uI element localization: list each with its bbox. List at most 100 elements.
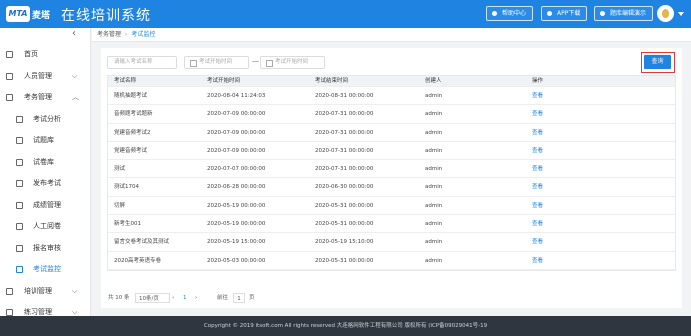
question-bank-icon [16, 137, 23, 144]
view-link[interactable]: 查看 [532, 142, 543, 160]
sidebar-item-label: 培训管理 [24, 286, 52, 295]
paper-icon [16, 158, 23, 166]
sidebar-item-label: 发布考试 [33, 179, 61, 187]
sidebar-item-label: 首页 [24, 50, 38, 58]
sidebar-item[interactable]: 报名审核 [0, 238, 91, 260]
breadcrumb-current: 考试监控 [131, 31, 156, 38]
exam-icon [6, 94, 13, 101]
breadcrumb-parent[interactable]: 考务管理 [97, 31, 121, 38]
page-size-select[interactable]: 10条/页 [135, 293, 170, 303]
sidebar-item-label: 试题库 [33, 136, 54, 144]
table-cell: 2020-05-19 15:10:00 [315, 239, 374, 246]
query-highlight: 查询 [641, 52, 675, 73]
table-cell: 党建音频考试 [114, 147, 148, 154]
view-link[interactable]: 查看 [532, 178, 543, 196]
avatar[interactable] [657, 5, 674, 22]
exam-name-input[interactable]: 请输入考试名称 [107, 56, 177, 69]
footer: Copyright © 2019 itsoft.com All rights r… [0, 316, 691, 336]
query-button[interactable]: 查询 [644, 55, 671, 69]
end-time-input[interactable]: 考试开始时间 [260, 56, 325, 69]
chevron-icon[interactable]: ⌵ [72, 281, 77, 303]
chevron-icon[interactable]: ︿ [72, 87, 79, 109]
table-cell: 2020-05-31 00:00:00 [315, 221, 374, 228]
sidebar-item[interactable]: 人工阅卷 [0, 216, 91, 238]
top-header: MTA 麦塔 在线培训系统 帮助中心 APP下载 题库编辑演示 [0, 0, 691, 28]
table-row: 随机抽题考试 2020-08-04 11:24:03 2020-08-31 00:0… [108, 87, 675, 106]
table-row: 新考生001 2020-05-19 00:00:00 2020-05-31 00:0… [108, 215, 675, 234]
table-cell: 随机抽题考试 [114, 93, 148, 99]
table-row: 切屏 2020-05-19 00:00:00 2020-05-31 00:00:00… [108, 197, 675, 216]
table-cell: admin [425, 166, 443, 173]
column-header: 创建人 [425, 78, 442, 84]
sidebar-item[interactable]: 考试分析 [0, 109, 91, 131]
pager-total: 共 10 条 [108, 295, 130, 301]
collapse-icon[interactable]: ‹ [72, 28, 76, 39]
sidebar-item[interactable]: 首页 [0, 44, 91, 66]
table-cell: admin [425, 184, 443, 191]
sidebar-item-label: 报名审核 [33, 243, 61, 252]
table-row: 党建音频考试 2020-07-09 00:00:00 2020-07-31 00:0… [108, 142, 675, 161]
table-cell: 切屏 [114, 202, 126, 209]
table-cell: 2020-05-19 00:00:00 [207, 221, 266, 228]
table-cell: 2020-06-28 00:00:00 [207, 184, 266, 191]
sidebar-item[interactable]: 成绩管理 [0, 195, 91, 217]
sidebar-item-label: 考试监控 [33, 265, 61, 273]
table-cell: 测试1704 [114, 184, 139, 191]
table-cell: 2020-05-03 00:00:00 [207, 257, 266, 264]
grading-icon [16, 223, 23, 230]
view-link[interactable]: 查看 [532, 124, 543, 142]
sidebar-item[interactable]: 试卷库 [0, 152, 91, 174]
logo-text: 麦塔 [32, 11, 51, 21]
view-link[interactable]: 查看 [532, 197, 543, 215]
table-cell: 2020-07-07 00:00:00 [207, 166, 266, 173]
table-cell: 2020-07-09 00:00:00 [207, 147, 266, 154]
table-cell: 2020-07-31 00:00:00 [315, 111, 374, 118]
sidebar-item-label: 考试分析 [33, 114, 61, 123]
start-time-input[interactable]: 考试开始时间 [184, 56, 249, 69]
table-cell: admin [425, 129, 443, 136]
table-cell: 2020-05-19 15:00:00 [207, 239, 266, 246]
score-icon [16, 201, 23, 209]
sidebar-item[interactable]: 人员管理 ⌵ [0, 66, 91, 88]
demo-edit-button[interactable]: 题库编辑演示 [594, 6, 654, 21]
view-link[interactable]: 查看 [532, 105, 543, 123]
page-number[interactable]: 1 [183, 293, 187, 303]
app-download-button[interactable]: APP下载 [541, 6, 588, 21]
table-cell: admin [425, 93, 443, 99]
table-cell: 2020-07-09 00:00:00 [207, 111, 266, 118]
chevron-down-icon[interactable] [678, 12, 684, 16]
help-center-button[interactable]: 帮助中心 [486, 6, 534, 21]
chevron-icon[interactable]: ⌵ [72, 66, 77, 88]
table-cell: 新考生001 [114, 221, 141, 228]
table-header: 考试名称 考试开始时间 考试结束时间 创建人 操作 [108, 76, 675, 87]
table-row: 测试1704 2020-06-28 00:00:00 2020-06-30 00:0… [108, 178, 675, 197]
table-row: 测试 2020-07-07 00:00:00 2020-07-31 00:00:00… [108, 160, 675, 179]
table-cell: 党建音频考试2 [114, 129, 151, 136]
prev-page-icon[interactable]: ‹ [172, 293, 174, 303]
table-cell: 2020-07-31 00:00:00 [315, 166, 374, 173]
table-cell: admin [425, 147, 443, 154]
view-link[interactable]: 查看 [532, 215, 543, 233]
goto-page-input[interactable]: 1 [233, 293, 245, 303]
goto-label: 前往 [217, 295, 229, 301]
sidebar-nav: 首页人员管理 ⌵ 考务管理 ︿ 考试分析试题库试卷库发布考试成绩管理 人工阅卷报名审核考试… [0, 44, 91, 336]
table-cell: admin [425, 257, 443, 264]
table-cell: 2020高考英语专卷 [114, 257, 161, 264]
table-cell: 2020-06-30 00:00:00 [315, 184, 374, 191]
table-cell: 2020-08-04 11:24:03 [207, 93, 266, 99]
table-cell: admin [425, 202, 443, 209]
view-link[interactable]: 查看 [532, 252, 543, 270]
sidebar-item[interactable]: 发布考试 [0, 173, 91, 195]
next-page-icon[interactable]: › [195, 293, 197, 303]
sidebar: ‹ 首页人员管理 ⌵ 考务管理 ︿ 考试分析试题库试卷库发布考试成绩管理 人工阅卷报名审核… [0, 28, 91, 336]
sidebar-item[interactable]: 考试监控 [0, 259, 91, 281]
sidebar-item[interactable]: 培训管理 ⌵ [0, 281, 91, 303]
view-link[interactable]: 查看 [532, 160, 543, 178]
sidebar-item[interactable]: 考务管理 ︿ [0, 87, 91, 109]
view-link[interactable]: 查看 [532, 233, 543, 251]
breadcrumb-separator: › [125, 31, 128, 38]
table-cell: 测试 [114, 166, 126, 173]
sidebar-item-label: 考务管理 [24, 93, 52, 101]
sidebar-item[interactable]: 试题库 [0, 130, 91, 152]
view-link[interactable]: 查看 [532, 87, 543, 105]
